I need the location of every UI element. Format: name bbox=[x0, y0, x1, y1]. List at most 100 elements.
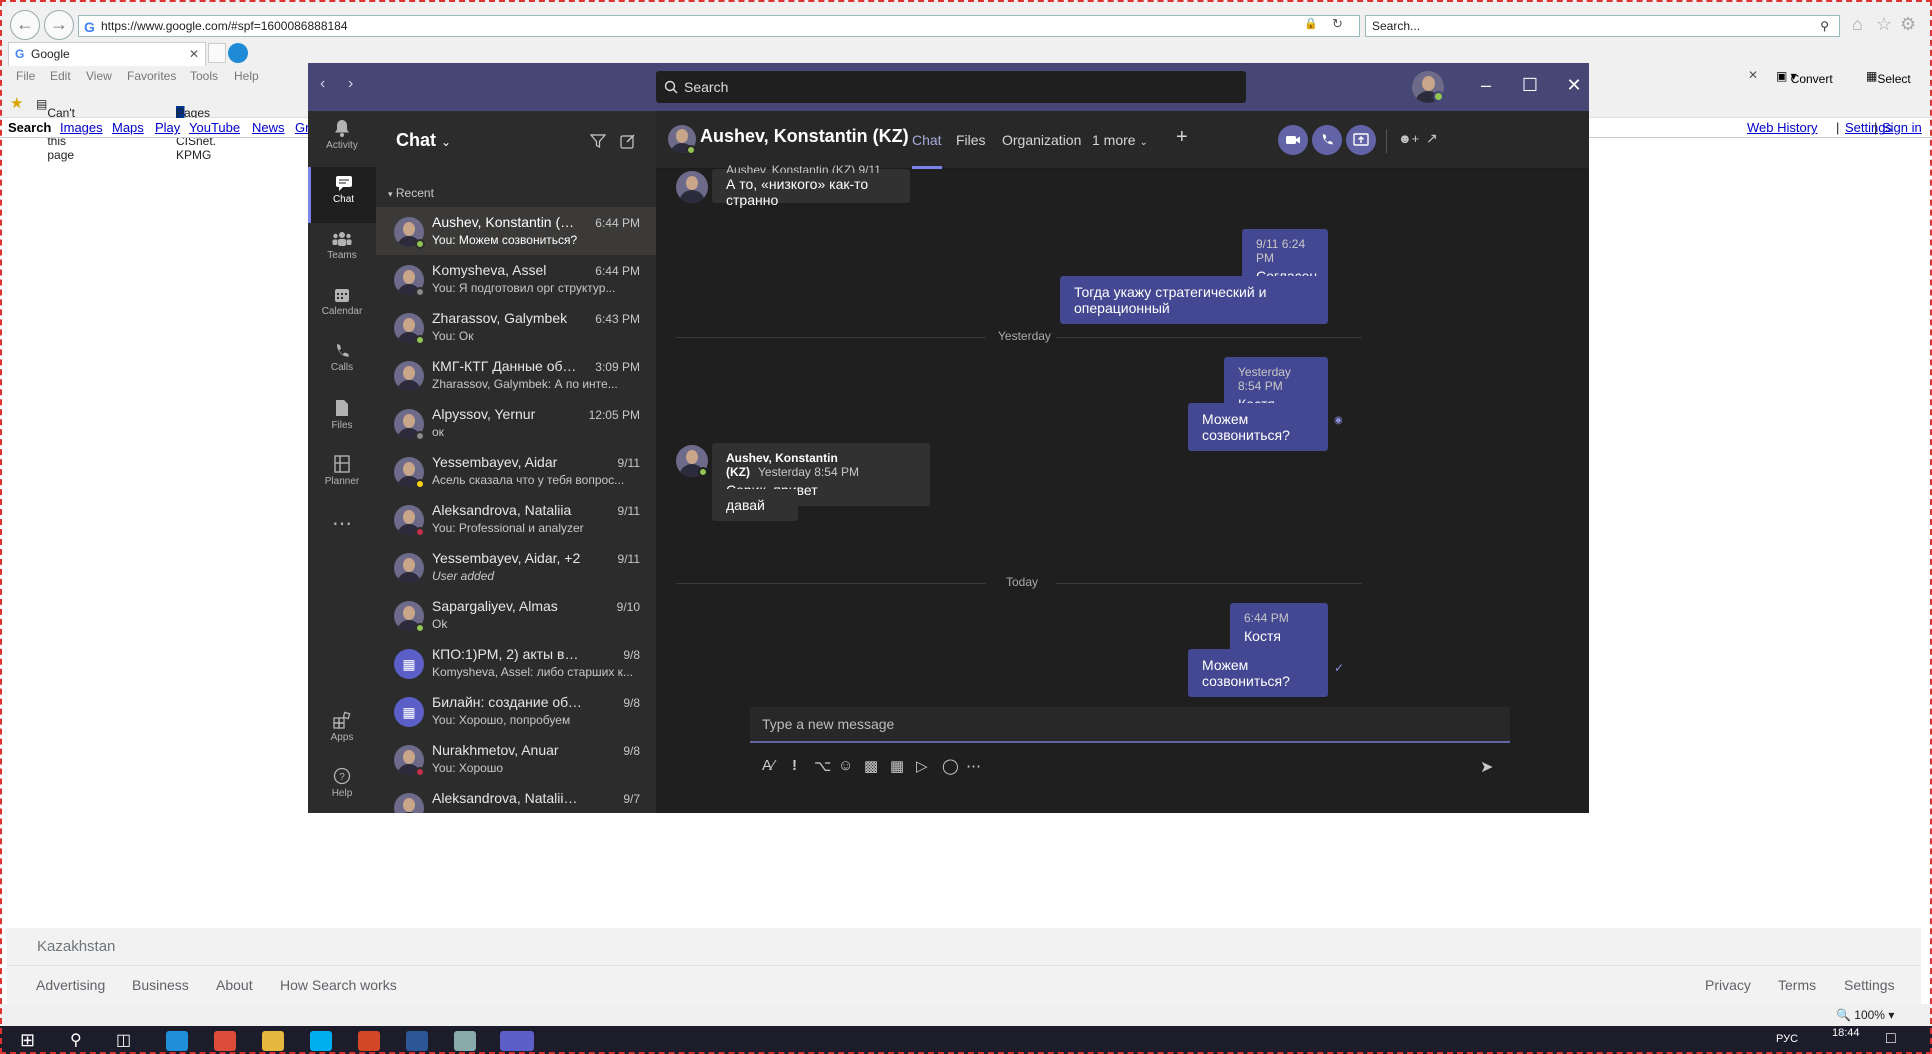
chat-list-item[interactable]: Alpyssov, Yernur 12:05 PM ок bbox=[376, 399, 656, 447]
teams-search-input[interactable]: Search bbox=[656, 71, 1246, 103]
back-icon[interactable]: ‹ bbox=[320, 75, 325, 93]
footer-how-search-works-link[interactable]: How Search works bbox=[280, 977, 397, 993]
add-people-icon[interactable]: ☻+ bbox=[1398, 131, 1419, 146]
web-history-link[interactable]: Web History bbox=[1747, 120, 1818, 135]
new-tab-button[interactable] bbox=[208, 43, 226, 63]
footer-settings-link[interactable]: Settings bbox=[1844, 977, 1895, 993]
message-sent[interactable]: Тогда укажу стратегический и операционны… bbox=[1060, 276, 1328, 324]
footer-advertising-link[interactable]: Advertising bbox=[36, 977, 105, 993]
skype-taskbar-icon[interactable] bbox=[310, 1031, 332, 1051]
video-call-button[interactable] bbox=[1278, 125, 1308, 155]
footer-terms-link[interactable]: Terms bbox=[1778, 977, 1816, 993]
chat-list-item[interactable]: Aleksandrova, Nataliia 9/11 You: Professio… bbox=[376, 495, 656, 543]
important-icon[interactable]: ! bbox=[792, 757, 797, 774]
file-explorer-taskbar-icon[interactable] bbox=[262, 1031, 284, 1051]
rail-files[interactable]: Files bbox=[308, 391, 376, 447]
search-icon[interactable]: ⚲ bbox=[1820, 16, 1829, 36]
ie-search-input[interactable]: Search... ⚲ bbox=[1365, 15, 1840, 37]
google-maps-link[interactable]: Maps bbox=[112, 120, 144, 135]
more-options-icon[interactable]: ⋯ bbox=[966, 757, 981, 775]
fav-cant-reach[interactable]: ▤ Can't reach this page bbox=[36, 97, 77, 162]
zoom-level[interactable]: 🔍 100% ▾ bbox=[1836, 1008, 1894, 1022]
chat-list-item[interactable]: ▦ КПО:1)PM, 2) акты вып ра... 9/8 Komysheva… bbox=[376, 639, 656, 687]
close-icon[interactable]: ✕ bbox=[1562, 75, 1586, 96]
rail-chat[interactable]: Chat bbox=[308, 167, 376, 223]
tray-lang[interactable]: РУС bbox=[1776, 1033, 1798, 1045]
teams-taskbar-icon[interactable] bbox=[500, 1031, 534, 1051]
tab-google[interactable]: G Google ✕ bbox=[8, 42, 206, 66]
google-youtube-link[interactable]: YouTube bbox=[189, 120, 240, 135]
new-chat-icon[interactable] bbox=[620, 133, 636, 149]
rail-teams[interactable]: Teams bbox=[308, 223, 376, 279]
message-sent[interactable]: Можем созвониться? bbox=[1188, 403, 1328, 451]
message-received[interactable]: давай bbox=[712, 489, 798, 521]
praise-icon[interactable]: ◯ bbox=[942, 757, 959, 775]
chat-list-item[interactable]: Aushev, Konstantin (KZ) 6:44 PM You: Можем… bbox=[376, 207, 656, 255]
chat-list-item[interactable]: ▦ Билайн: создание обучаю... 9/8 You: Хорош… bbox=[376, 687, 656, 735]
chat-list-item[interactable]: Yessembayev, Aidar 9/11 Асель сказала что … bbox=[376, 447, 656, 495]
chat-list-item[interactable]: Sapargaliyev, Almas 9/10 Ok bbox=[376, 591, 656, 639]
tab-chat[interactable]: Chat bbox=[912, 132, 942, 148]
chat-list-title[interactable]: Chat ⌄ bbox=[396, 130, 451, 151]
attach-icon[interactable]: ⌥ bbox=[814, 757, 831, 775]
task-view-icon[interactable]: ◫ bbox=[116, 1030, 131, 1050]
select-button[interactable]: ▦ Select bbox=[1866, 69, 1911, 86]
add-tab-icon[interactable]: + bbox=[1176, 126, 1188, 149]
back-button[interactable]: ← bbox=[10, 10, 40, 40]
rail-planner[interactable]: Planner bbox=[308, 447, 376, 503]
recent-section[interactable]: ▾ Recent bbox=[388, 186, 434, 200]
sticker-icon[interactable]: ▦ bbox=[890, 757, 904, 775]
windows-start-icon[interactable]: ⊞ bbox=[20, 1030, 35, 1051]
chat-list-item[interactable]: КМГ-КТГ Данные обсу... 3:09 PM Zharassov, … bbox=[376, 351, 656, 399]
emoji-icon[interactable]: ☺ bbox=[838, 757, 853, 774]
favorites-star-icon[interactable]: ☆ bbox=[1876, 14, 1892, 35]
powerpoint-taskbar-icon[interactable] bbox=[358, 1031, 380, 1051]
tab-files[interactable]: Files bbox=[956, 132, 986, 148]
menu-tools[interactable]: Tools bbox=[190, 69, 218, 83]
refresh-icon[interactable]: ↻ bbox=[1332, 16, 1343, 32]
chat-list-item[interactable]: Zharassov, Galymbek 6:43 PM You: Ок bbox=[376, 303, 656, 351]
rail-help[interactable]: ? Help bbox=[308, 759, 376, 813]
tab-organization[interactable]: Organization bbox=[1002, 132, 1081, 148]
chat-list-item[interactable]: Komysheva, Assel 6:44 PM You: Я подготовил… bbox=[376, 255, 656, 303]
close-toolbar-icon[interactable]: ✕ bbox=[1748, 68, 1758, 82]
rail-calendar[interactable]: Calendar bbox=[308, 279, 376, 335]
gear-icon[interactable]: ⚙ bbox=[1900, 14, 1916, 35]
address-bar[interactable]: G https://www.google.com/#spf=1600086888… bbox=[78, 15, 1360, 37]
pop-out-icon[interactable]: ↗ bbox=[1426, 130, 1438, 147]
menu-edit[interactable]: Edit bbox=[50, 69, 71, 83]
audio-call-button[interactable] bbox=[1312, 125, 1342, 155]
send-icon[interactable]: ➤ bbox=[1480, 757, 1493, 777]
google-play-link[interactable]: Play bbox=[155, 120, 180, 135]
menu-help[interactable]: Help bbox=[234, 69, 259, 83]
giphy-icon[interactable]: ▩ bbox=[864, 757, 878, 775]
notifications-icon[interactable]: □ bbox=[1886, 1030, 1896, 1048]
menu-view[interactable]: View bbox=[86, 69, 112, 83]
message-received[interactable]: Aushev, Konstantin (KZ) 9/11 6:24 PM А т… bbox=[712, 163, 910, 208]
google-search-link[interactable]: Search bbox=[8, 120, 51, 135]
google-news-link[interactable]: News bbox=[252, 120, 285, 135]
close-tab-icon[interactable]: ✕ bbox=[189, 43, 199, 65]
chat-list-item[interactable]: Yessembayev, Aidar, +2 9/11 User added bbox=[376, 543, 656, 591]
ui-taskbar-icon[interactable] bbox=[406, 1031, 428, 1051]
rail-activity[interactable]: Activity bbox=[308, 111, 376, 167]
format-icon[interactable]: A⁄ bbox=[762, 757, 775, 774]
chat-list-item[interactable]: Aleksandrova, Nataliia, +2 9/7 bbox=[376, 783, 656, 813]
minimize-icon[interactable]: – bbox=[1474, 75, 1498, 96]
app-taskbar-icon[interactable] bbox=[454, 1031, 476, 1051]
edge-icon[interactable] bbox=[228, 43, 248, 63]
chat-list-item[interactable]: Nurakhmetov, Anuar 9/8 You: Хорошо bbox=[376, 735, 656, 783]
maximize-icon[interactable]: ☐ bbox=[1518, 75, 1542, 96]
menu-file[interactable]: File bbox=[16, 69, 35, 83]
convert-button[interactable]: ▣ Convert ▾ bbox=[1776, 69, 1833, 86]
compose-box[interactable]: Type a new message bbox=[750, 707, 1510, 743]
footer-business-link[interactable]: Business bbox=[132, 977, 189, 993]
home-icon[interactable]: ⌂ bbox=[1852, 14, 1863, 35]
chrome-taskbar-icon[interactable] bbox=[214, 1031, 236, 1051]
sign-in-link[interactable]: Sign in bbox=[1882, 120, 1922, 135]
more-apps-icon[interactable]: ⋯ bbox=[308, 511, 376, 567]
favorites-add-icon[interactable]: ★ bbox=[10, 94, 23, 112]
message-sent[interactable]: Можем созвониться? bbox=[1188, 649, 1328, 697]
ie-taskbar-icon[interactable] bbox=[166, 1031, 188, 1051]
rail-calls[interactable]: Calls bbox=[308, 335, 376, 391]
